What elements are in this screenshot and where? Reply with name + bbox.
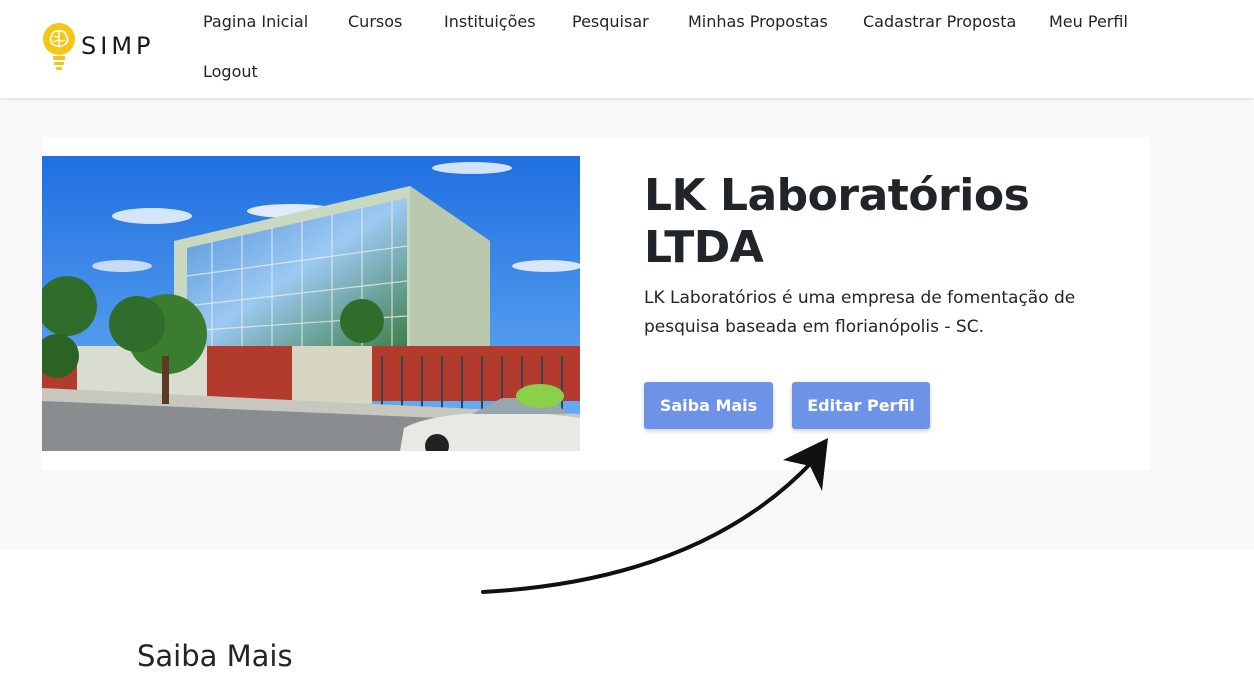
profile-card: LK Laboratórios LTDA LK Laboratórios é u…	[42, 137, 1150, 470]
nav-item-meu-perfil[interactable]: Meu Perfil	[1049, 12, 1128, 32]
building-photo	[42, 156, 580, 451]
nav-item-logout[interactable]: Logout	[203, 62, 258, 82]
saiba-mais-button[interactable]: Saiba Mais	[644, 382, 773, 429]
nav-item-cursos[interactable]: Cursos	[348, 12, 402, 32]
logo-text: SIMP	[81, 32, 155, 60]
hero-section: LK Laboratórios LTDA LK Laboratórios é u…	[0, 98, 1254, 550]
nav-item-instituicoes[interactable]: Instituições	[444, 12, 536, 32]
logo[interactable]: SIMP	[41, 22, 155, 72]
profile-description: LK Laboratórios é uma empresa de fomenta…	[644, 288, 1076, 337]
brain-lightbulb-icon	[43, 23, 75, 70]
nav-item-minhas-propostas[interactable]: Minhas Propostas	[688, 12, 828, 32]
editar-perfil-button[interactable]: Editar Perfil	[792, 382, 930, 429]
section-title: Saiba Mais	[137, 639, 293, 673]
nav-item-pagina-inicial[interactable]: Pagina Inicial	[203, 12, 308, 32]
profile-title: LK Laboratórios LTDA	[644, 170, 1030, 273]
nav-item-pesquisar[interactable]: Pesquisar	[572, 12, 649, 32]
nav-item-cadastrar-proposta[interactable]: Cadastrar Proposta	[863, 12, 1016, 32]
site-header: SIMP Pagina Inicial Cursos Instituições …	[0, 0, 1254, 98]
